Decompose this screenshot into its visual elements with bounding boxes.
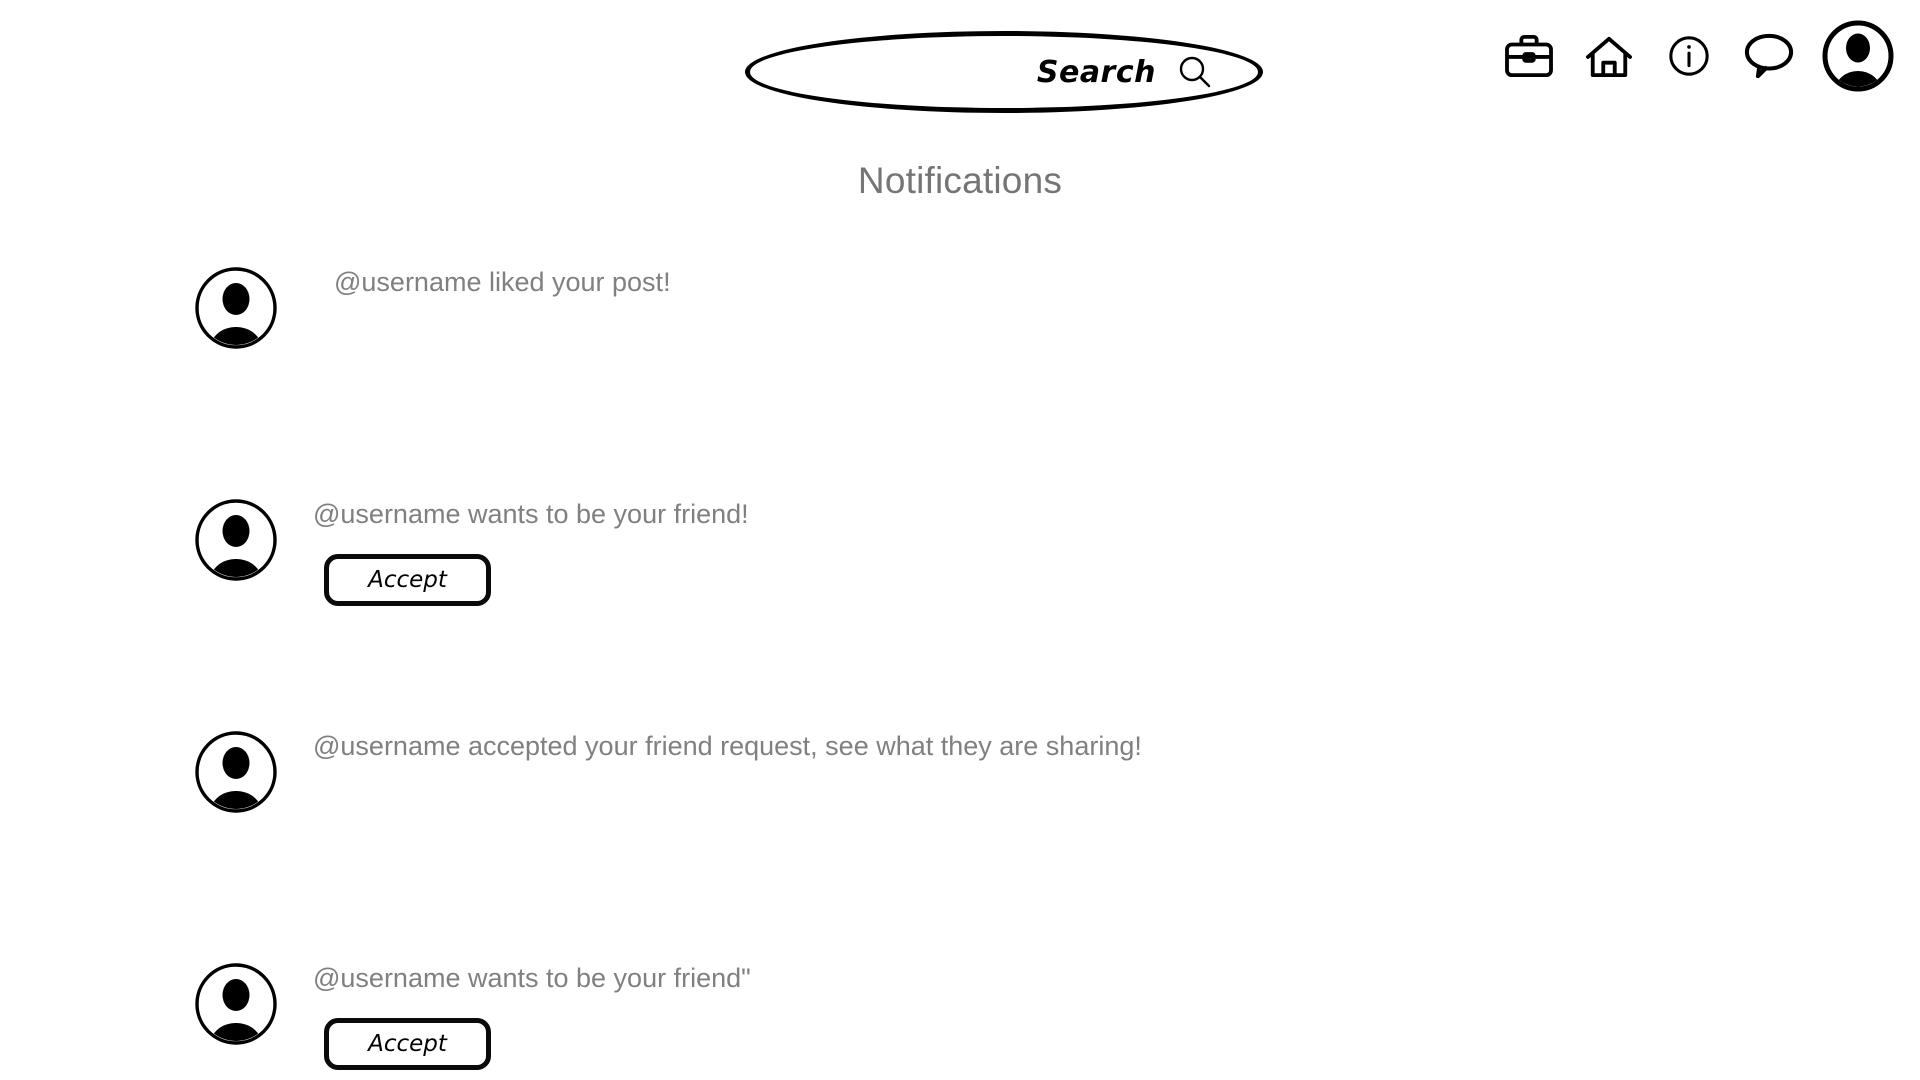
notification-content: @username accepted your friend request, …: [313, 726, 1142, 766]
search-label: Search: [1036, 54, 1156, 90]
user-avatar: [194, 266, 278, 350]
notification-content: @username wants to be your friend! Accep…: [313, 494, 749, 606]
home-icon[interactable]: [1582, 29, 1636, 83]
notification-row: @username wants to be your friend! Accep…: [0, 494, 1920, 726]
notification-content: @username liked your post!: [334, 262, 671, 302]
user-avatar: [194, 962, 278, 1046]
search-icon[interactable]: [1178, 55, 1212, 89]
chat-bubble-icon[interactable]: [1742, 29, 1796, 83]
top-navigation-bar: Search: [0, 0, 1920, 140]
notification-content: @username wants to be your friend" Accep…: [313, 958, 751, 1070]
notification-text: @username accepted your friend request, …: [313, 731, 1142, 761]
notification-text: @username wants to be your friend!: [313, 499, 749, 529]
info-icon[interactable]: [1662, 29, 1716, 83]
user-avatar: [194, 498, 278, 582]
notification-list: @username liked your post! @username wan…: [0, 262, 1920, 1080]
briefcase-icon[interactable]: [1502, 29, 1556, 83]
search-input[interactable]: Search: [745, 31, 1263, 113]
accept-button[interactable]: Accept: [324, 554, 491, 606]
notification-row: @username wants to be your friend" Accep…: [0, 958, 1920, 1080]
page-title: Notifications: [857, 160, 1063, 201]
notification-text: @username wants to be your friend": [313, 963, 751, 993]
notification-text: @username liked your post!: [334, 267, 671, 297]
nav-icon-group: [1502, 20, 1894, 92]
notification-row: @username liked your post!: [0, 262, 1920, 494]
accept-button[interactable]: Accept: [324, 1018, 491, 1070]
notification-row: @username accepted your friend request, …: [0, 726, 1920, 958]
profile-avatar[interactable]: [1822, 20, 1894, 92]
user-avatar: [194, 730, 278, 814]
